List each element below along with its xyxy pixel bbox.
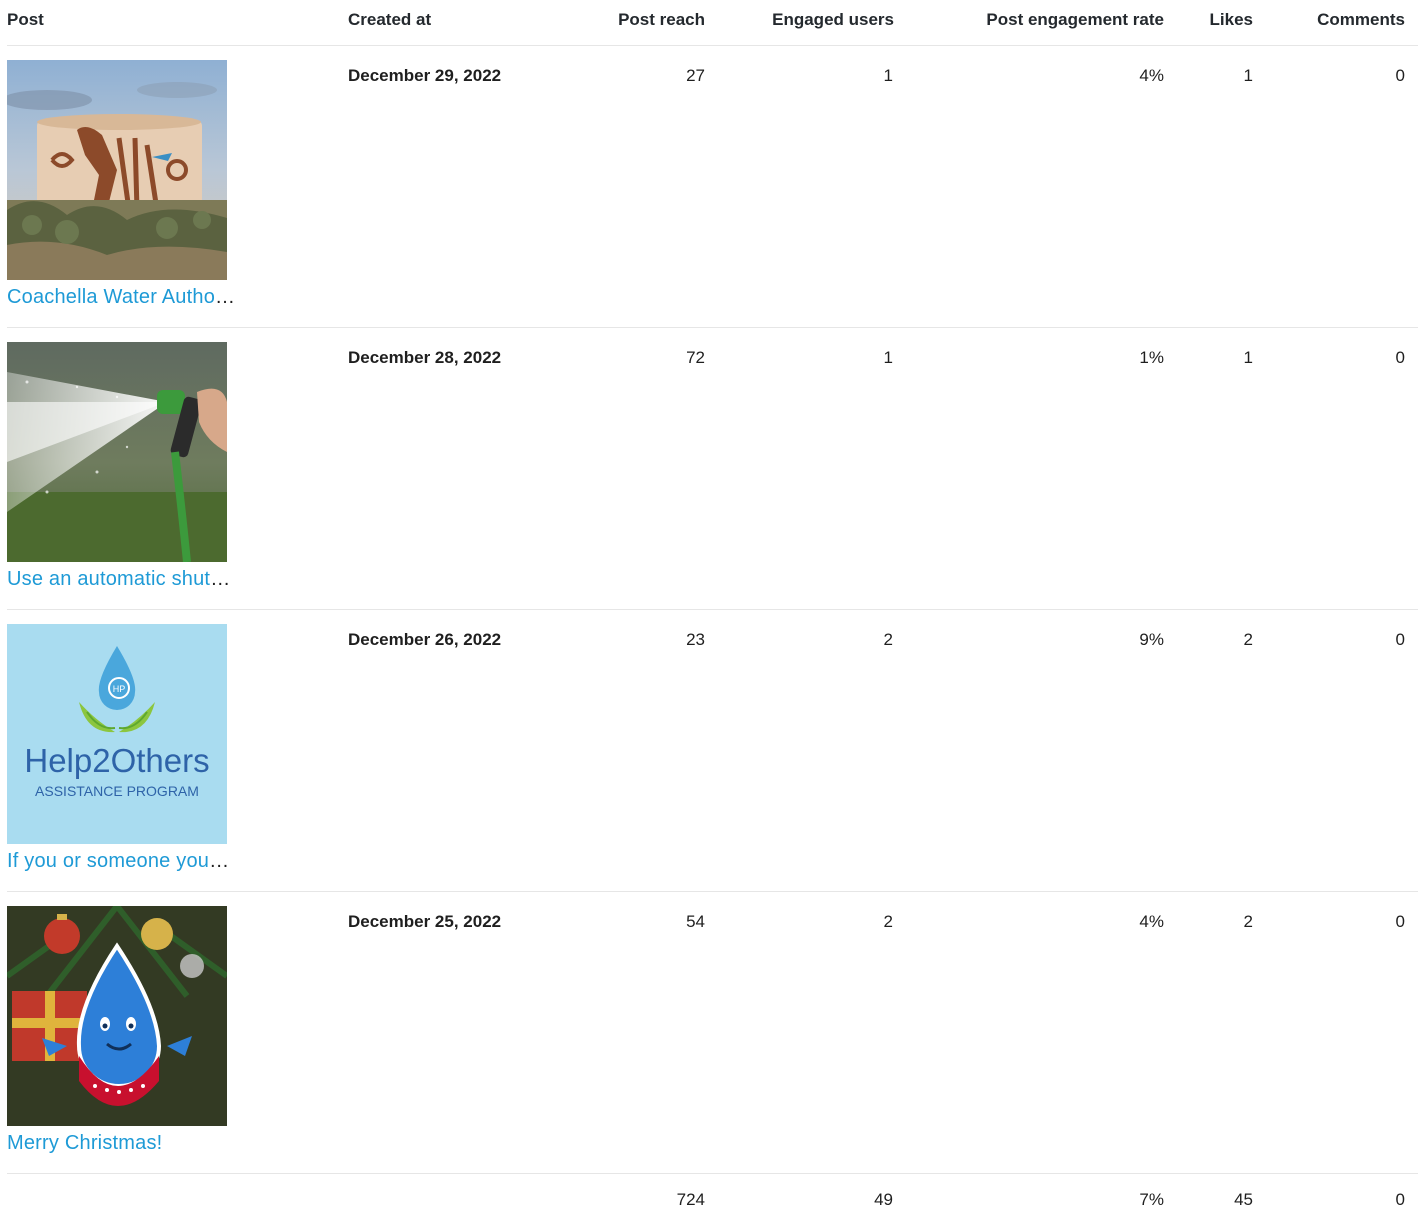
logo-title-text: Help2Others — [24, 742, 209, 779]
column-header-post[interactable]: Post — [7, 10, 44, 30]
engaged-users: 2 — [883, 912, 893, 931]
total-comments: 0 — [1395, 1190, 1405, 1209]
post-reach: 72 — [686, 348, 705, 367]
post-text: Merry Christmas! — [7, 1132, 163, 1154]
table-header: Post Created at Post reach Engaged users… — [7, 0, 1418, 46]
post-reach: 27 — [686, 66, 705, 85]
likes: 2 — [1243, 630, 1253, 649]
total-engaged-users: 49 — [874, 1190, 893, 1209]
post-reach: 54 — [686, 912, 705, 931]
post-link[interactable]: If you or someone you… — [7, 850, 229, 873]
engaged-users: 1 — [883, 66, 893, 85]
column-header-comments[interactable]: Comments — [1317, 10, 1405, 30]
engaged-users: 1 — [883, 348, 893, 367]
post-reach: 23 — [686, 630, 705, 649]
likes: 2 — [1243, 912, 1253, 931]
comments: 0 — [1395, 630, 1405, 649]
truncation-ellipsis: … — [210, 568, 231, 590]
engaged-users: 2 — [883, 630, 893, 649]
engagement-rate: 4% — [1139, 66, 1164, 85]
post-link[interactable]: Use an automatic shut… — [7, 568, 230, 591]
table-row: Coachella Water Autho… December 29, 2022… — [7, 46, 1418, 328]
post-text: Use an automatic shut — [7, 568, 211, 590]
posts-table: Post Created at Post reach Engaged users… — [7, 0, 1418, 1212]
created-at: December 25, 2022 — [348, 912, 502, 931]
table-row: Use an automatic shut… December 28, 2022… — [7, 328, 1418, 610]
truncation-ellipsis: … — [209, 850, 230, 872]
post-text: Coachella Water Autho — [7, 286, 216, 308]
logo-subtitle-text: ASSISTANCE PROGRAM — [35, 783, 199, 799]
engagement-rate: 1% — [1139, 348, 1164, 367]
engagement-rate: 4% — [1139, 912, 1164, 931]
logo-badge-text: HP — [113, 684, 126, 694]
column-header-engagement-rate[interactable]: Post engagement rate — [986, 10, 1164, 30]
totals-row: 724 49 7% 45 0 — [7, 1174, 1418, 1212]
christmas-water-drop-image[interactable] — [7, 906, 227, 1126]
table-row: HP Help2Others ASSISTANCE PROGRAM If you… — [7, 610, 1418, 892]
column-header-engaged-users[interactable]: Engaged users — [772, 10, 894, 30]
column-header-likes[interactable]: Likes — [1210, 10, 1253, 30]
likes: 1 — [1243, 66, 1253, 85]
table-row: Merry Christmas! December 25, 2022 54 2 … — [7, 892, 1418, 1174]
post-link[interactable]: Merry Christmas! — [7, 1132, 162, 1155]
created-at: December 28, 2022 — [348, 348, 502, 367]
total-engagement-rate: 7% — [1139, 1190, 1164, 1209]
column-header-post-reach[interactable]: Post reach — [618, 10, 705, 30]
comments: 0 — [1395, 66, 1405, 85]
total-likes: 45 — [1234, 1190, 1253, 1209]
total-post-reach: 724 — [676, 1190, 705, 1209]
help2others-logo-image[interactable]: HP Help2Others ASSISTANCE PROGRAM — [7, 624, 227, 844]
water-tank-mural-image[interactable] — [7, 60, 227, 280]
created-at: December 26, 2022 — [348, 630, 502, 649]
created-at: December 29, 2022 — [348, 66, 502, 85]
likes: 1 — [1243, 348, 1253, 367]
comments: 0 — [1395, 348, 1405, 367]
column-header-created-at[interactable]: Created at — [348, 10, 431, 30]
post-text: If you or someone you — [7, 850, 210, 872]
engagement-rate: 9% — [1139, 630, 1164, 649]
post-link[interactable]: Coachella Water Autho… — [7, 286, 235, 309]
comments: 0 — [1395, 912, 1405, 931]
truncation-ellipsis: … — [215, 286, 236, 308]
garden-hose-spray-image[interactable] — [7, 342, 227, 562]
